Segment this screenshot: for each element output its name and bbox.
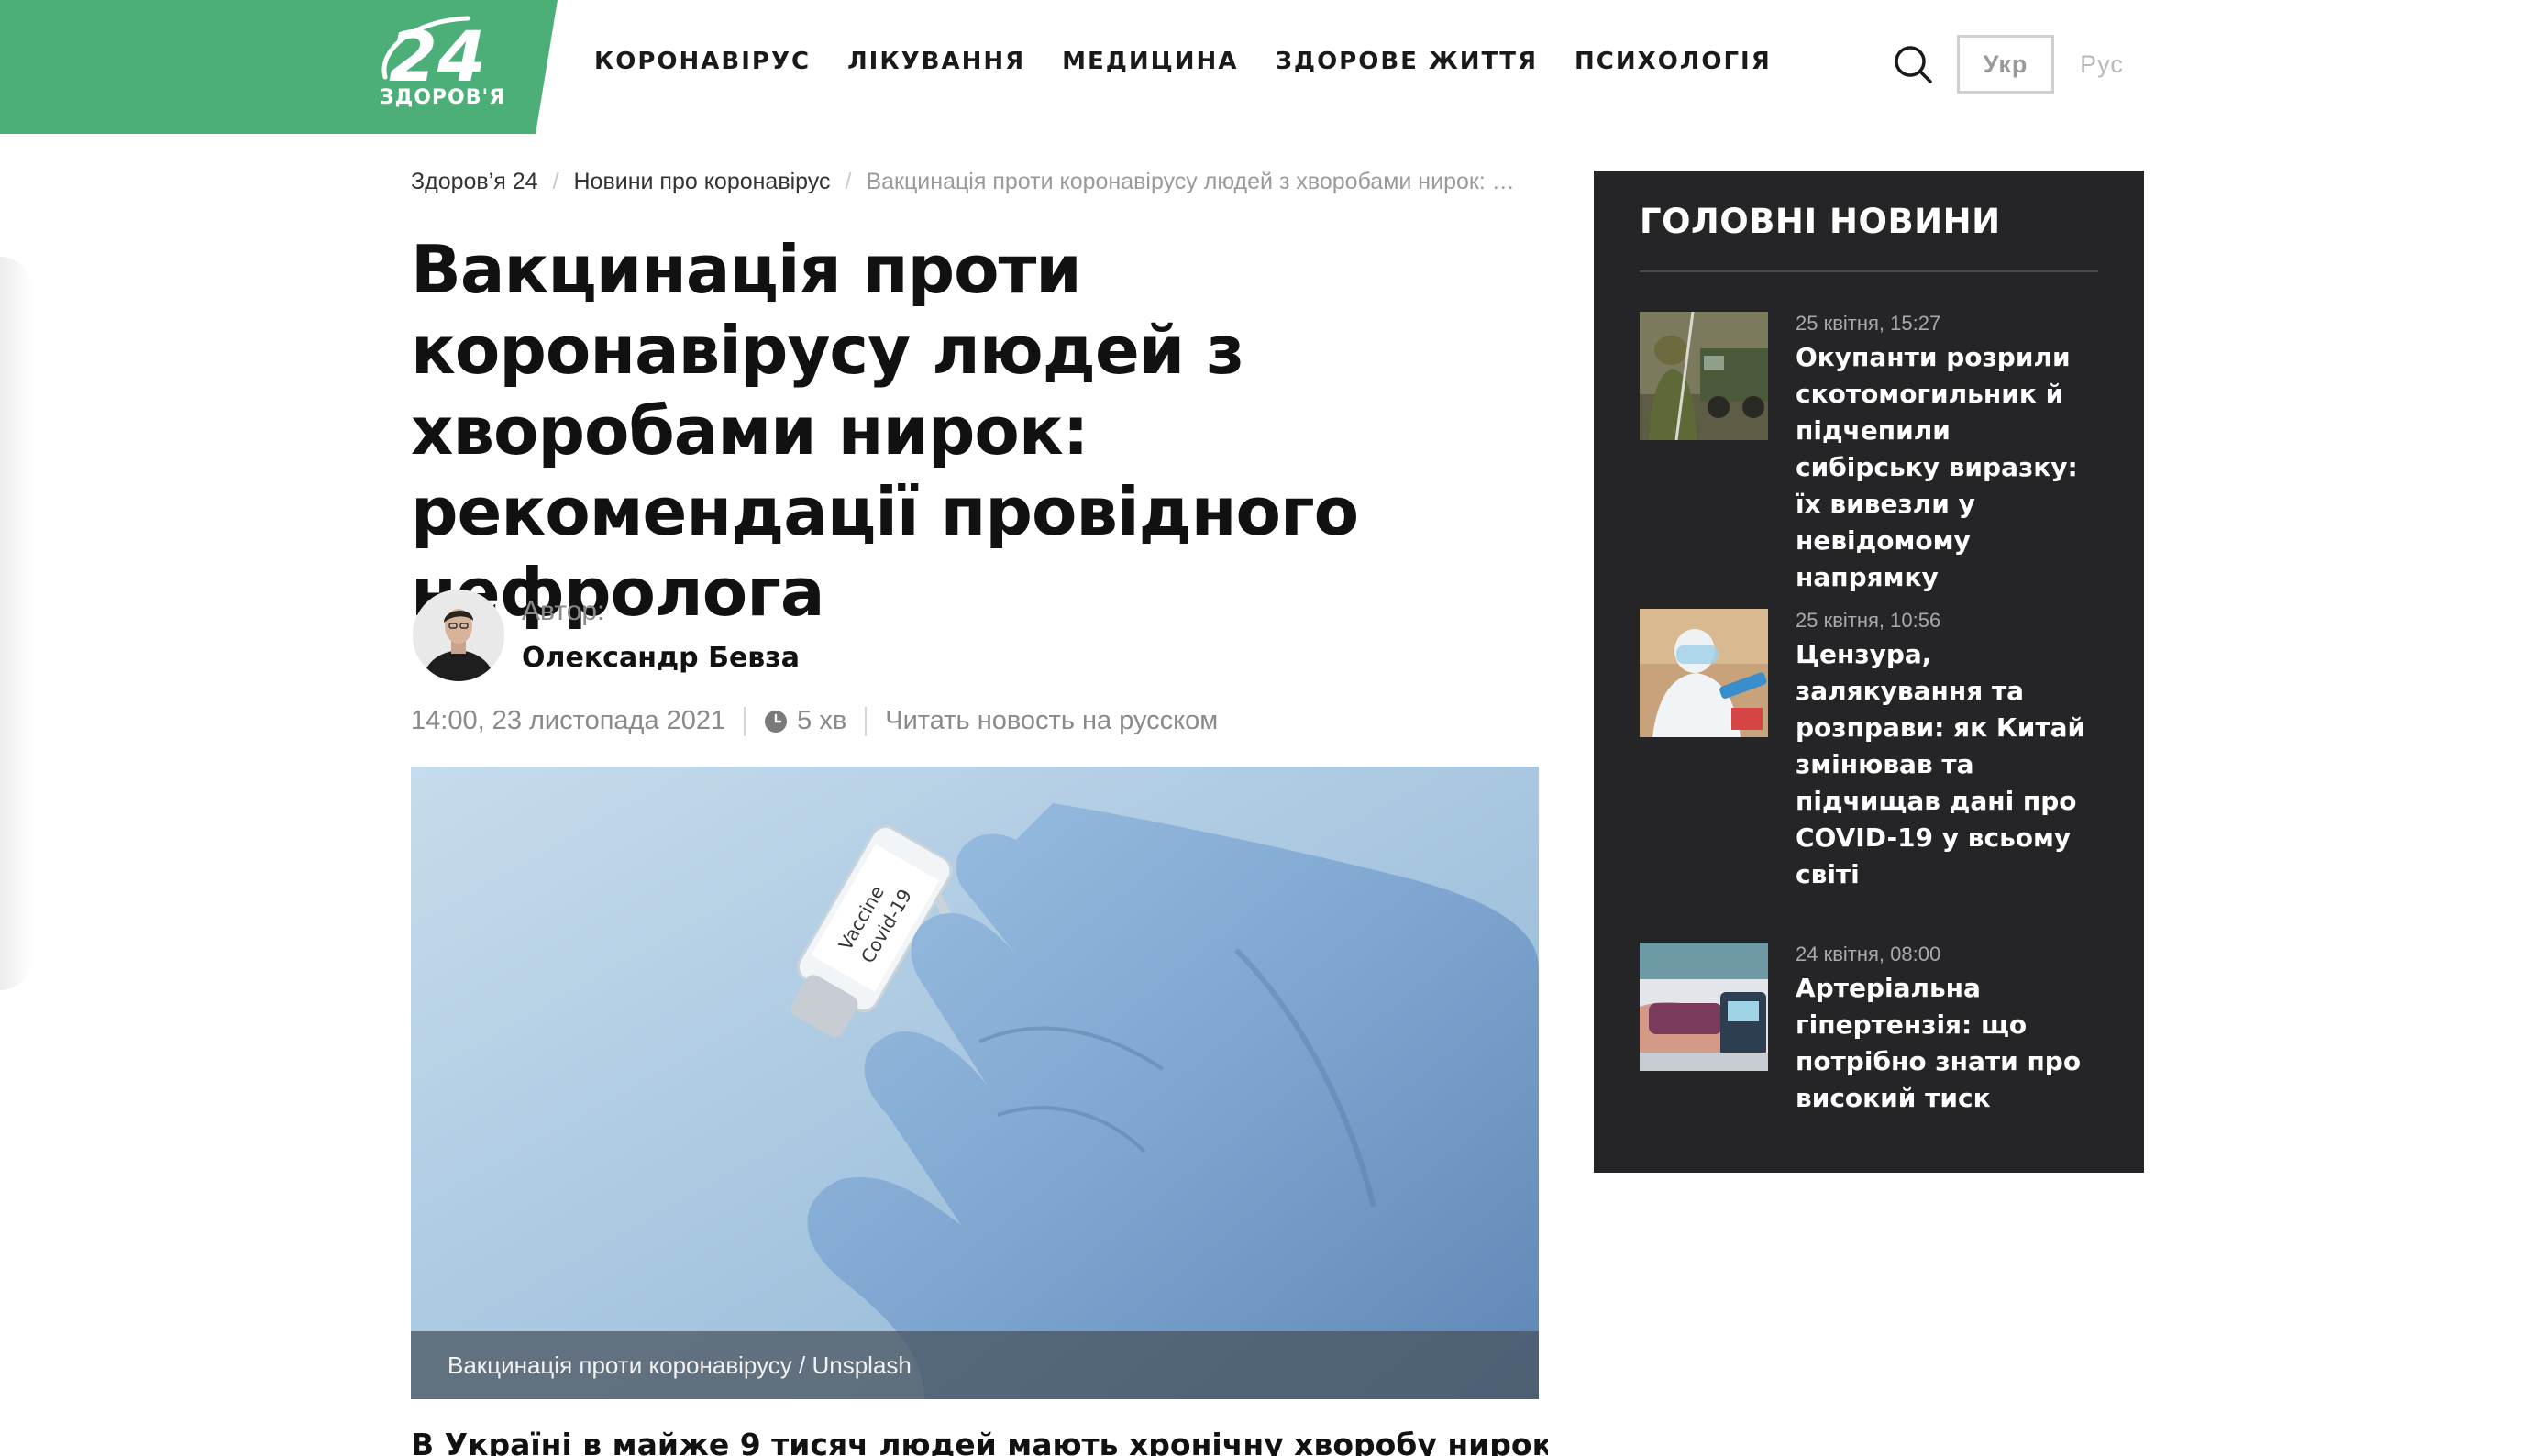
article-meta: 14:00, 23 листопада 2021 5 хв Читать нов… — [411, 706, 1218, 736]
news-item[interactable]: 25 квітня, 10:56 Цензура, залякування та… — [1640, 609, 2098, 902]
meta-divider — [744, 706, 746, 736]
lang-ukr-button[interactable]: Укр — [1957, 35, 2054, 94]
logo-text: ЗДОРОВ'Я — [380, 86, 506, 109]
site-logo[interactable]: 24 ЗДОРОВ'Я — [0, 0, 558, 134]
nav-item-psychology[interactable]: ПСИХОЛОГІЯ — [1575, 48, 1772, 75]
news-title[interactable]: Артеріальна гіпертензія: що потрібно зна… — [1796, 970, 2098, 1117]
sidebar-title: ГОЛОВНІ НОВИНИ — [1640, 202, 2001, 241]
main-nav: КОРОНАВІРУС ЛІКУВАННЯ МЕДИЦИНА ЗДОРОВЕ Ж… — [594, 48, 1772, 75]
breadcrumb-coronavirus-news[interactable]: Новини про коронавірус — [573, 169, 830, 195]
logo-24-icon: 24 — [381, 16, 486, 92]
search-icon[interactable] — [1893, 44, 1933, 84]
medical-worker-thumbnail-icon — [1640, 609, 1768, 737]
nav-item-healthy-life[interactable]: ЗДОРОВЕ ЖИТТЯ — [1275, 48, 1538, 75]
nav-item-medicine[interactable]: МЕДИЦИНА — [1062, 48, 1238, 75]
blood-pressure-thumbnail-icon — [1640, 943, 1768, 1071]
breadcrumb: Здоров’я 24 / Новини про коронавірус / В… — [411, 169, 1526, 195]
news-thumbnail[interactable] — [1640, 609, 1768, 737]
news-title[interactable]: Окупанти розрили скотомогильник й підчеп… — [1796, 339, 2098, 596]
meta-divider — [865, 706, 868, 736]
page: 24 ЗДОРОВ'Я КОРОНАВІРУС ЛІКУВАННЯ МЕДИЦИ… — [0, 0, 2531, 1456]
lang-rus-button[interactable]: Рус — [2074, 35, 2129, 94]
news-title[interactable]: Цензура, залякування та розправи: як Кит… — [1796, 636, 2098, 893]
article-hero-image: Vaccine Covid-19 Вакцинація проти корона… — [411, 767, 1539, 1399]
article-lead: В Україні в майже 9 тисяч людей мають хр… — [411, 1427, 1548, 1456]
image-caption: Вакцинація проти коронавірусу / Unsplash — [411, 1331, 1539, 1399]
breadcrumb-separator: / — [552, 169, 559, 194]
read-time: 5 хв — [797, 706, 847, 735]
breadcrumb-separator: / — [845, 169, 852, 194]
author-label: Автор: — [522, 596, 605, 626]
nav-item-treatment[interactable]: ЛІКУВАННЯ — [847, 48, 1025, 75]
news-date: 25 квітня, 15:27 — [1796, 312, 1941, 335]
soldier-truck-thumbnail-icon — [1640, 312, 1768, 440]
breadcrumb-current: Вакцинація проти коронавірусу людей з хв… — [866, 169, 1527, 194]
news-item[interactable]: 24 квітня, 08:00 Артеріальна гіпертензія… — [1640, 943, 2098, 1126]
article-datetime: 14:00, 23 листопада 2021 — [411, 706, 726, 735]
author-name[interactable]: Олександр Бевза — [522, 642, 800, 674]
news-date: 24 квітня, 08:00 — [1796, 943, 1941, 965]
clock-icon — [765, 710, 788, 733]
site-header: 24 ЗДОРОВ'Я КОРОНАВІРУС ЛІКУВАННЯ МЕДИЦИ… — [0, 0, 2531, 134]
vaccine-glove-illustration: Vaccine Covid-19 — [411, 767, 1539, 1399]
news-item[interactable]: 25 квітня, 15:27 Окупанти розрили скотом… — [1640, 312, 2098, 592]
sidebar-divider — [1640, 270, 2098, 272]
news-thumbnail[interactable] — [1640, 943, 1768, 1071]
read-in-russian-link[interactable]: Читать новость на русском — [885, 706, 1218, 736]
breadcrumb-home[interactable]: Здоров’я 24 — [411, 169, 538, 195]
author-avatar[interactable] — [413, 590, 504, 681]
author-photo-icon — [413, 590, 504, 681]
article-title: Вакцинація проти коронавірусу людей з хв… — [411, 231, 1359, 631]
nav-item-coronavirus[interactable]: КОРОНАВІРУС — [594, 48, 811, 75]
news-thumbnail[interactable] — [1640, 312, 1768, 440]
news-date: 25 квітня, 10:56 — [1796, 609, 1941, 632]
logo-number: 24 — [389, 16, 486, 92]
top-news-sidebar: ГОЛОВНІ НОВИНИ 25 квітня, 15:27 Окупанти… — [1594, 171, 2144, 1173]
left-edge-shadow — [0, 257, 33, 990]
